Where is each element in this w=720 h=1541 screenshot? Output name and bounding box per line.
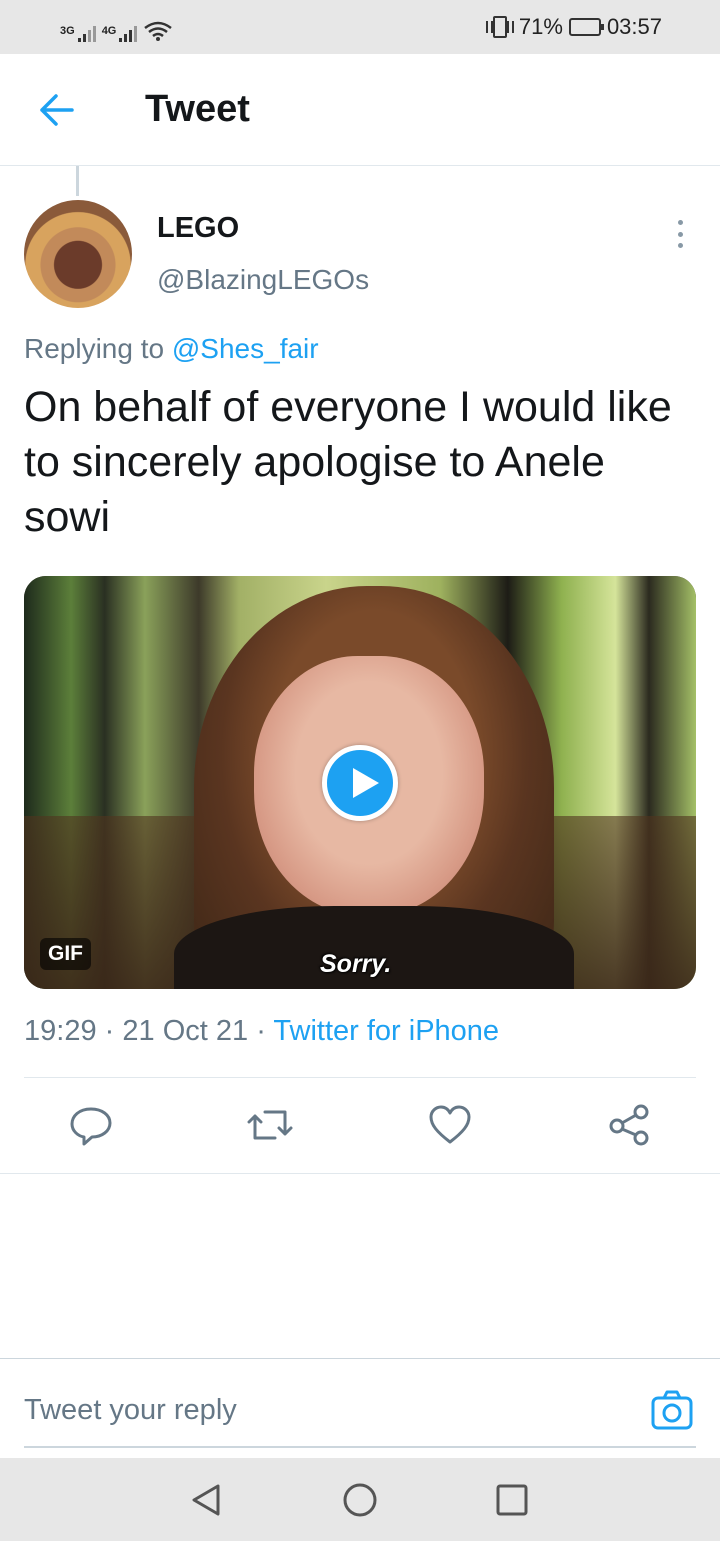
tweet-source[interactable]: Twitter for iPhone xyxy=(273,1015,499,1047)
system-navigation-bar xyxy=(0,1458,720,1541)
play-button[interactable] xyxy=(322,745,398,821)
tweet-date: 21 Oct 21 xyxy=(122,1015,249,1047)
signal-indicators: 3G 4G xyxy=(60,12,173,42)
more-options-button[interactable] xyxy=(670,214,690,254)
retweet-button[interactable] xyxy=(245,1100,295,1150)
page-title: Tweet xyxy=(145,88,250,130)
vibrate-icon xyxy=(485,16,514,38)
status-right: 71% 03:57 xyxy=(485,12,662,42)
top-app-bar: Tweet xyxy=(0,54,720,166)
divider xyxy=(0,1358,720,1359)
thread-connector-line xyxy=(76,166,79,196)
circle-home-icon xyxy=(343,1483,377,1517)
clock: 03:57 xyxy=(606,14,662,39)
tweet-media-gif[interactable]: GIF Sorry. xyxy=(24,576,696,989)
battery-percent: 71% xyxy=(518,14,563,39)
arrow-left-icon xyxy=(40,94,74,126)
tweet-meta: 19:29 · 21 Oct 21 · Twitter for iPhone xyxy=(24,1015,500,1047)
share-icon xyxy=(609,1104,649,1146)
more-dot-icon xyxy=(677,231,683,237)
reply-button[interactable] xyxy=(66,1100,116,1150)
camera-button[interactable] xyxy=(650,1388,694,1432)
signal-3g-icon: 3G xyxy=(60,26,96,42)
replying-to-label: Replying to xyxy=(24,333,165,364)
like-icon xyxy=(429,1105,471,1144)
wifi-icon xyxy=(144,21,173,41)
replying-to-link[interactable]: @Shes_fair xyxy=(172,333,319,364)
tweet-text: On behalf of everyone I would like to si… xyxy=(24,383,672,541)
retweet-icon xyxy=(247,1110,293,1140)
tweet-actions xyxy=(0,1100,720,1154)
tweet-time: 19:29 xyxy=(24,1015,97,1047)
divider xyxy=(0,1173,720,1174)
media-caption: Sorry. xyxy=(320,950,392,978)
status-bar: 3G 4G 71% 03:57 xyxy=(0,0,720,54)
share-button[interactable] xyxy=(605,1100,655,1150)
more-dot-icon xyxy=(677,220,683,225)
nav-recents-button[interactable] xyxy=(492,1480,532,1520)
more-dot-icon xyxy=(677,243,683,248)
divider xyxy=(24,1077,696,1078)
triangle-back-icon xyxy=(192,1484,220,1516)
reply-input[interactable] xyxy=(24,1378,624,1442)
gif-badge: GIF xyxy=(40,938,91,970)
camera-icon xyxy=(651,1390,693,1430)
back-button[interactable] xyxy=(32,90,80,130)
battery-icon xyxy=(568,18,604,36)
reply-icon xyxy=(70,1107,112,1146)
replying-to: Replying to @Shes_fair xyxy=(24,333,319,365)
nav-home-button[interactable] xyxy=(340,1480,380,1520)
display-name[interactable]: LEGO xyxy=(157,212,239,245)
square-recents-icon xyxy=(496,1484,528,1516)
avatar[interactable] xyxy=(24,200,132,308)
user-handle[interactable]: @BlazingLEGOs xyxy=(157,264,369,296)
reply-underline xyxy=(24,1446,696,1448)
nav-back-button[interactable] xyxy=(186,1480,226,1520)
like-button[interactable] xyxy=(425,1100,475,1150)
signal-4g-icon: 4G xyxy=(102,26,138,42)
